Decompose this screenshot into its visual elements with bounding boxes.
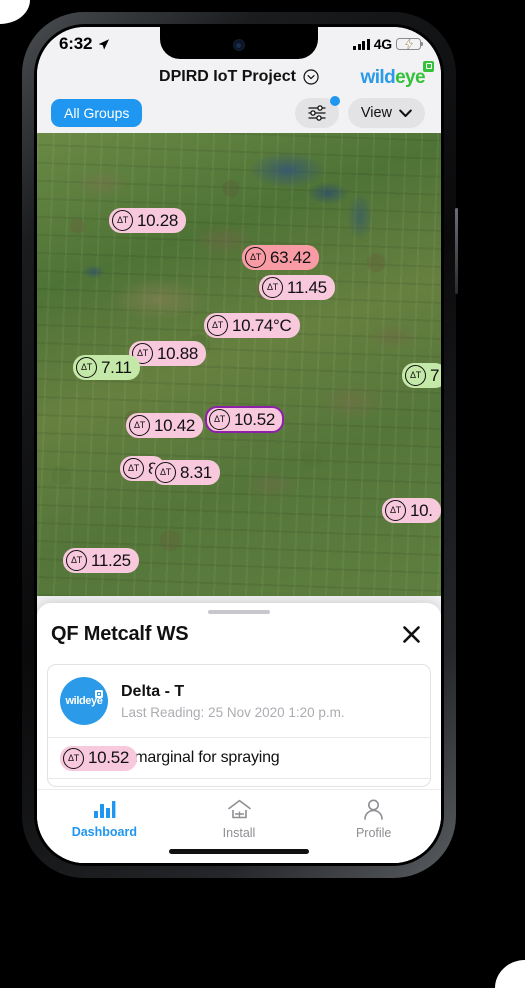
map-marker[interactable]: ΔT 7.11 bbox=[73, 355, 140, 380]
avatar-square-icon bbox=[95, 690, 103, 698]
sensor-card[interactable]: wildeye Delta - T Last Reading: 25 Nov 2… bbox=[47, 664, 431, 787]
tab-profile[interactable]: Profile bbox=[306, 799, 441, 840]
map-marker[interactable]: ΔT 7 bbox=[402, 363, 441, 388]
location-arrow-icon bbox=[98, 38, 110, 50]
network-type-label: 4G bbox=[373, 36, 392, 52]
map-marker[interactable]: ΔT 11.45 bbox=[259, 275, 335, 300]
page-title-group[interactable]: DPIRD IoT Project bbox=[159, 68, 319, 86]
tab-install-label: Install bbox=[222, 826, 256, 840]
map-marker-value: 10.28 bbox=[137, 210, 179, 230]
view-label: View bbox=[360, 105, 392, 121]
all-groups-button[interactable]: All Groups bbox=[51, 99, 143, 127]
map-marker-value: 10. bbox=[410, 500, 433, 520]
reading-value: 10.52 bbox=[88, 748, 130, 768]
status-indicators: 4G bbox=[353, 36, 424, 52]
sliders-filter-icon bbox=[308, 105, 326, 121]
close-x-icon bbox=[403, 626, 420, 643]
map-marker[interactable]: ΔT 8.31 bbox=[152, 460, 220, 485]
map-marker-value: 11.45 bbox=[287, 277, 327, 297]
chevron-down-icon bbox=[399, 109, 412, 117]
sensor-next-row-cutoff bbox=[48, 778, 430, 786]
sheet-title: QF Metcalf WS bbox=[51, 623, 189, 645]
map-marker[interactable]: ΔT 10.28 bbox=[109, 208, 187, 233]
map-marker[interactable]: ΔT 63.42 bbox=[242, 245, 320, 270]
person-icon bbox=[364, 799, 383, 820]
app-header: DPIRD IoT Project wildeye All Groups Vie… bbox=[37, 60, 441, 133]
home-indicator bbox=[169, 849, 309, 854]
view-dropdown-button[interactable]: View bbox=[347, 98, 425, 128]
delta-t-badge-icon: ΔT bbox=[405, 365, 426, 386]
sensor-last-reading: Last Reading: 25 Nov 2020 1:20 p.m. bbox=[121, 704, 345, 720]
brand-text-eye: eye bbox=[395, 66, 426, 88]
map-marker-value: 10.52 bbox=[234, 409, 276, 429]
device-notch bbox=[160, 27, 318, 59]
map-marker-value: 11.25 bbox=[91, 550, 131, 570]
avatar: wildeye bbox=[60, 677, 108, 725]
delta-t-badge-icon: ΔT bbox=[207, 315, 228, 336]
battery-icon bbox=[396, 38, 424, 50]
tab-dashboard-label: Dashboard bbox=[71, 825, 137, 839]
delta-t-badge-icon: ΔT bbox=[209, 409, 230, 430]
delta-t-badge-icon: ΔT bbox=[262, 277, 283, 298]
device-side-button bbox=[455, 208, 458, 294]
map-marker-value: 7.11 bbox=[101, 357, 132, 377]
phone-bezel: 6:32 4G DPIRD IoT Project wildeye All Gr… bbox=[34, 24, 444, 866]
map-marker[interactable]: ΔT 10.52 bbox=[205, 406, 285, 433]
map-marker-value: 10.88 bbox=[157, 343, 199, 363]
sensor-reading-row: ΔT 10.52 conditions marginal for sprayin… bbox=[48, 737, 430, 778]
bar-chart-icon bbox=[94, 801, 116, 818]
delta-t-badge-icon: ΔT bbox=[76, 357, 97, 378]
reading-badge-chip: ΔT 10.52 bbox=[60, 745, 138, 771]
brand-text-wild: wild bbox=[360, 66, 396, 88]
screenshot-root: 6:32 4G DPIRD IoT Project wildeye All Gr… bbox=[0, 0, 525, 988]
map-marker-value: 7 bbox=[430, 365, 440, 385]
tab-profile-label: Profile bbox=[355, 826, 392, 840]
front-camera-icon bbox=[233, 39, 245, 51]
tab-install[interactable]: Install bbox=[172, 799, 307, 840]
delta-t-badge-icon: ΔT bbox=[123, 458, 144, 479]
sensor-card-text: Delta - T Last Reading: 25 Nov 2020 1:20… bbox=[121, 683, 345, 720]
filter-active-badge bbox=[329, 96, 340, 106]
map-marker-value: 10.42 bbox=[154, 415, 196, 435]
map-marker[interactable]: ΔT 10.88 bbox=[129, 341, 207, 366]
decorative-corner-bottom-right bbox=[495, 960, 525, 988]
status-time: 6:32 bbox=[59, 34, 93, 53]
sensor-name: Delta - T bbox=[121, 682, 185, 700]
home-icon bbox=[227, 799, 251, 819]
satellite-map[interactable]: ΔT 10.28 ΔT 63.42 ΔT 11.45 ΔT 10.74°C ΔT 10.88 ΔT 7… bbox=[37, 133, 441, 596]
delta-t-badge-icon: ΔT bbox=[155, 462, 176, 483]
delta-t-badge-icon: ΔT bbox=[112, 210, 133, 231]
header-right-controls: View bbox=[294, 96, 425, 128]
delta-t-badge-icon: ΔT bbox=[245, 247, 266, 268]
delta-t-badge-icon: ΔT bbox=[66, 550, 87, 571]
filter-button[interactable] bbox=[294, 96, 340, 128]
delta-t-badge-icon: ΔT bbox=[63, 747, 84, 769]
sheet-close-button[interactable] bbox=[400, 623, 423, 646]
sensor-card-header: wildeye Delta - T Last Reading: 25 Nov 2… bbox=[48, 665, 430, 737]
map-marker-value: 63.42 bbox=[270, 247, 312, 267]
delta-t-badge-icon: ΔT bbox=[385, 500, 406, 521]
decorative-corner-top-left bbox=[0, 0, 30, 24]
tab-dashboard[interactable]: Dashboard bbox=[37, 799, 172, 839]
map-marker[interactable]: ΔT 11.25 bbox=[63, 548, 139, 573]
phone-screen: 6:32 4G DPIRD IoT Project wildeye All Gr… bbox=[37, 27, 441, 863]
header-controls: All Groups View bbox=[51, 93, 427, 133]
map-marker-value: 8.31 bbox=[180, 462, 212, 482]
map-marker[interactable]: ΔT 10.42 bbox=[126, 413, 204, 438]
bottom-tab-bar: Dashboard Install Profile bbox=[37, 789, 441, 863]
charging-bolt-icon bbox=[404, 38, 413, 50]
sheet-header: QF Metcalf WS bbox=[37, 614, 441, 646]
cellular-signal-icon bbox=[353, 38, 370, 50]
page-title: DPIRD IoT Project bbox=[159, 68, 296, 85]
map-marker[interactable]: ΔT 10. bbox=[382, 498, 441, 523]
wildeye-logo: wildeye bbox=[360, 60, 434, 88]
brand-square-icon bbox=[423, 60, 434, 72]
map-marker[interactable]: ΔT 10.74°C bbox=[204, 313, 300, 338]
delta-t-badge-icon: ΔT bbox=[129, 415, 150, 436]
phone-device-frame: 6:32 4G DPIRD IoT Project wildeye All Gr… bbox=[22, 12, 458, 878]
header-title-row: DPIRD IoT Project wildeye bbox=[51, 60, 434, 93]
chevron-down-circle-icon[interactable] bbox=[303, 69, 319, 85]
map-marker-value: 10.74°C bbox=[232, 315, 292, 335]
status-time-group: 6:32 bbox=[59, 34, 110, 54]
